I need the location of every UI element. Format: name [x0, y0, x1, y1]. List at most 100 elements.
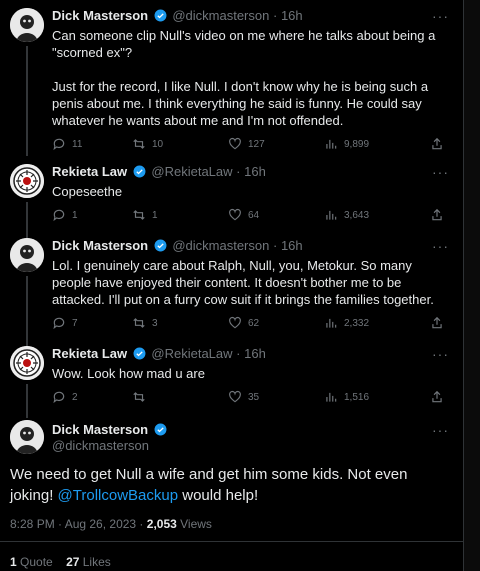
view-count: 1,516: [344, 391, 370, 403]
author-name[interactable]: Dick Masterson: [52, 238, 148, 253]
retweet-button[interactable]: 3: [132, 316, 158, 330]
retweet-button[interactable]: 10: [132, 137, 163, 151]
tweet[interactable]: Rekieta Law @RekietaLaw · 16h ··· Wow. L…: [0, 344, 463, 418]
heart-icon: [229, 137, 241, 150]
author-name[interactable]: Dick Masterson: [52, 8, 148, 23]
views-button[interactable]: 2,332: [324, 316, 369, 330]
reply-button[interactable]: 7: [52, 316, 78, 330]
like-button[interactable]: 62: [228, 316, 259, 330]
views-count: 2,053: [146, 517, 177, 531]
thread-connector: [26, 384, 28, 418]
author-handle[interactable]: @RekietaLaw: [151, 164, 232, 179]
main-text-part: would help!: [178, 487, 259, 504]
author-handle[interactable]: @dickmasterson: [172, 238, 269, 253]
mention-link[interactable]: @TrollcowBackup: [58, 487, 179, 504]
reply-count: 7: [72, 317, 78, 329]
author-handle[interactable]: @dickmasterson: [52, 438, 169, 454]
retweet-icon: [133, 318, 145, 328]
tweet[interactable]: Dick Masterson @dickmasterson · 16h ··· …: [0, 6, 463, 156]
more-options-icon[interactable]: ···: [432, 164, 449, 180]
tweet-time[interactable]: 16h: [281, 8, 303, 23]
thread-connector: [26, 276, 28, 346]
avatar[interactable]: [10, 164, 44, 198]
author-name[interactable]: Dick Masterson: [52, 422, 148, 437]
retweet-count: 10: [152, 138, 164, 150]
verified-badge-icon: [154, 239, 167, 252]
like-count: 64: [248, 209, 260, 221]
verified-badge-icon: [133, 165, 146, 178]
author-handle[interactable]: @dickmasterson: [172, 8, 269, 23]
gavel-seal-icon: [10, 164, 44, 198]
avatar-portrait-icon: [10, 238, 44, 272]
avatar[interactable]: [10, 8, 44, 42]
share-icon: [432, 316, 442, 329]
avatar[interactable]: [10, 420, 44, 454]
views-button[interactable]: 1,516: [324, 390, 369, 404]
reply-count: 11: [72, 138, 83, 150]
divider: [0, 541, 463, 542]
verified-badge-icon: [133, 347, 146, 360]
reply-count: 2: [72, 391, 78, 403]
more-options-icon[interactable]: ···: [432, 238, 449, 254]
post-time[interactable]: 8:28 PM · Aug 26, 2023 ·: [10, 517, 147, 531]
retweet-count: 1: [152, 209, 158, 221]
more-options-icon[interactable]: ···: [432, 346, 449, 362]
views-label: Views: [176, 517, 212, 531]
reply-button[interactable]: 1: [52, 208, 78, 222]
more-options-icon[interactable]: ···: [432, 422, 449, 438]
reply-button[interactable]: 11: [52, 137, 82, 151]
likes-count: 27: [66, 555, 80, 569]
tweet-text: Wow. Look how mad u are: [52, 366, 205, 381]
share-button[interactable]: [430, 208, 444, 222]
like-button[interactable]: 35: [228, 390, 259, 404]
more-options-icon[interactable]: ···: [432, 8, 449, 24]
avatar[interactable]: [10, 238, 44, 272]
main-tweet: Dick Masterson @dickmasterson ··· We nee…: [0, 414, 463, 571]
action-bar: 11 10 127 9,899: [52, 137, 449, 153]
tweet-thread: Dick Masterson @dickmasterson · 16h ··· …: [0, 0, 464, 571]
engagement-stats: 1 Quote 27 Likes: [10, 555, 111, 569]
thread-connector: [26, 46, 28, 156]
action-bar: 2 35 1,516: [52, 390, 449, 406]
author-name[interactable]: Rekieta Law: [52, 346, 127, 361]
tweet-time[interactable]: 16h: [244, 346, 266, 361]
like-count: 62: [248, 317, 260, 329]
retweet-button[interactable]: 1: [132, 208, 158, 222]
retweet-button[interactable]: [132, 390, 152, 404]
quotes-label: Quote: [16, 555, 53, 569]
reply-button[interactable]: 2: [52, 390, 78, 404]
separator-dot: ·: [272, 238, 278, 253]
tweet-time[interactable]: 16h: [244, 164, 266, 179]
gavel-seal-icon: [10, 346, 44, 380]
like-button[interactable]: 64: [228, 208, 259, 222]
avatar[interactable]: [10, 346, 44, 380]
action-bar: 1 1 64 3,643: [52, 208, 449, 224]
retweet-icon: [133, 139, 145, 149]
tweet-time[interactable]: 16h: [281, 238, 303, 253]
thread-connector: [26, 202, 28, 238]
views-button[interactable]: 9,899: [324, 137, 369, 151]
share-icon: [432, 390, 442, 403]
quotes-link[interactable]: 1 Quote: [10, 555, 53, 569]
views-chart-icon: [326, 318, 337, 328]
tweet[interactable]: Dick Masterson @dickmasterson · 16h ··· …: [0, 236, 463, 346]
right-sidebar-edge: [464, 0, 480, 571]
avatar-portrait-icon: [10, 420, 44, 454]
author-handle[interactable]: @RekietaLaw: [151, 346, 232, 361]
action-bar: 7 3 62 2,332: [52, 316, 449, 332]
views-button[interactable]: 3,643: [324, 208, 369, 222]
likes-link[interactable]: 27 Likes: [66, 555, 111, 569]
view-count: 3,643: [344, 209, 370, 221]
separator-dot: ·: [272, 8, 278, 23]
tweet[interactable]: Rekieta Law @RekietaLaw · 16h ··· Copese…: [0, 162, 463, 238]
share-button[interactable]: [430, 390, 444, 404]
share-button[interactable]: [430, 316, 444, 330]
reply-icon: [53, 317, 65, 330]
author-name[interactable]: Rekieta Law: [52, 164, 127, 179]
verified-badge-icon: [154, 9, 167, 22]
tweet-text: Can someone clip Null's video on me wher…: [52, 28, 436, 128]
share-button[interactable]: [430, 137, 444, 151]
reply-icon: [53, 391, 65, 404]
like-button[interactable]: 127: [228, 137, 265, 151]
heart-icon: [229, 316, 241, 329]
